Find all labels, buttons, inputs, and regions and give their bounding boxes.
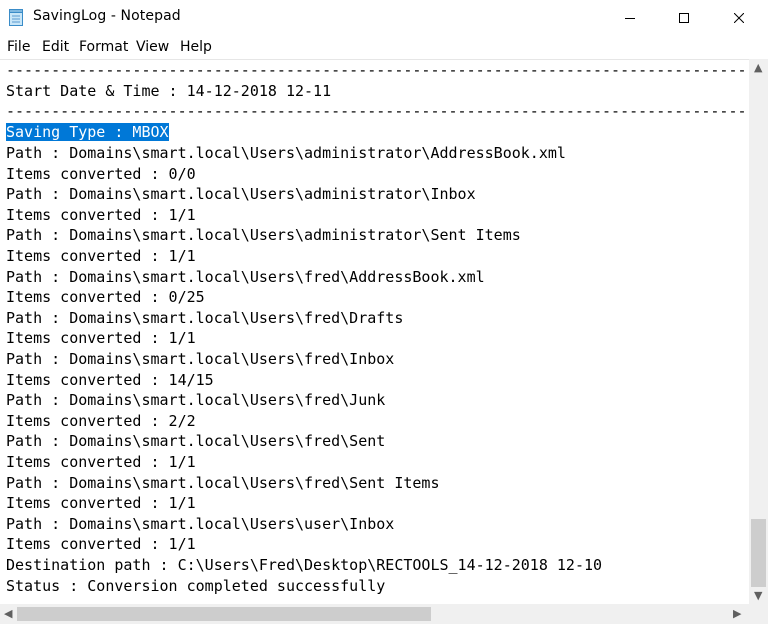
items-converted-line: Items converted : 0/25 xyxy=(6,288,205,307)
separator-line: ----------------------------------------… xyxy=(6,102,749,120)
path-line: Path : Domains\smart.local\Users\adminis… xyxy=(6,144,566,162)
path-line: Path : Domains\smart.local\Users\fred\Dr… xyxy=(6,308,404,327)
items-converted-line: Items converted : 1/1 xyxy=(6,205,196,224)
saving-type-line: Saving Type : MBOX xyxy=(6,122,169,142)
items-converted-line: Items converted : 1/1 xyxy=(6,494,196,513)
vertical-scrollbar[interactable]: ▲ ▼ xyxy=(749,59,768,604)
selected-text: Saving Type : MBOX xyxy=(6,123,169,141)
path-line: Path : Domains\smart.local\Users\fred\Ad… xyxy=(6,267,485,286)
path-line: Path : Domains\smart.local\Users\fred\Se… xyxy=(6,432,386,451)
status-line: Status : Conversion completed successful… xyxy=(6,576,386,595)
text-editor[interactable]: ----------------------------------------… xyxy=(0,59,749,605)
menu-file[interactable]: File xyxy=(7,39,30,55)
notepad-icon xyxy=(9,9,23,26)
items-converted-line: Items converted : 1/1 xyxy=(6,247,196,265)
vertical-scroll-thumb[interactable] xyxy=(751,519,766,587)
menu-edit[interactable]: Edit xyxy=(42,39,69,55)
path-line: Path : Domains\smart.local\Users\adminis… xyxy=(6,226,521,245)
horizontal-scrollbar[interactable]: ◀ ▶ xyxy=(0,604,749,624)
menu-format[interactable]: Format xyxy=(79,39,128,55)
menu-help[interactable]: Help xyxy=(180,39,212,55)
close-button[interactable] xyxy=(716,0,762,35)
horizontal-scroll-thumb[interactable] xyxy=(17,607,431,621)
scroll-up-icon[interactable]: ▲ xyxy=(754,61,762,74)
path-line: Path : Domains\smart.local\Users\fred\Se… xyxy=(6,473,440,492)
items-converted-line: Items converted : 0/0 xyxy=(6,164,196,183)
maximize-icon xyxy=(679,12,689,23)
scroll-left-icon[interactable]: ◀ xyxy=(4,607,12,620)
path-line: Path : Domains\smart.local\Users\fred\In… xyxy=(6,350,395,368)
items-converted-line: Items converted : 14/15 xyxy=(6,370,214,389)
path-line: Path : Domains\smart.local\Users\fred\Ju… xyxy=(6,391,386,410)
minimize-button[interactable] xyxy=(607,0,653,35)
items-converted-line: Items converted : 1/1 xyxy=(6,329,196,348)
path-line: Path : Domains\smart.local\Users\user\In… xyxy=(6,514,395,533)
start-datetime-line: Start Date & Time : 14-12-2018 12-11 xyxy=(6,82,332,100)
window-title: SavingLog - Notepad xyxy=(33,8,181,24)
path-line: Path : Domains\smart.local\Users\adminis… xyxy=(6,185,476,204)
menu-view[interactable]: View xyxy=(136,39,169,55)
title-bar[interactable]: SavingLog - Notepad xyxy=(0,0,768,35)
minimize-icon xyxy=(625,17,635,19)
scroll-down-icon[interactable]: ▼ xyxy=(754,589,762,602)
destination-path-line: Destination path : C:\Users\Fred\Desktop… xyxy=(6,556,603,574)
scroll-right-icon[interactable]: ▶ xyxy=(733,607,741,620)
close-icon xyxy=(734,12,744,23)
menu-bar: File Edit Format View Help xyxy=(0,35,768,59)
scrollbar-corner xyxy=(749,604,768,624)
items-converted-line: Items converted : 1/1 xyxy=(6,535,196,554)
maximize-button[interactable] xyxy=(661,0,707,35)
items-converted-line: Items converted : 1/1 xyxy=(6,453,196,471)
items-converted-line: Items converted : 2/2 xyxy=(6,411,196,430)
separator-line: ----------------------------------------… xyxy=(6,61,749,79)
